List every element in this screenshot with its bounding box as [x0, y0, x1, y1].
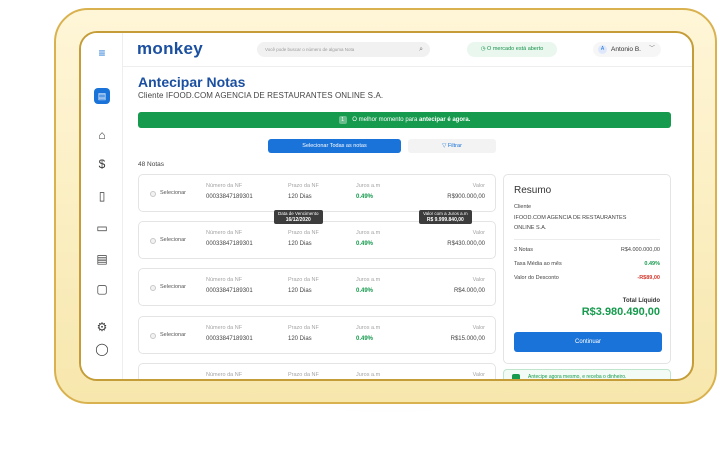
topbar: monkey Você pode buscar o número de algu… [123, 33, 692, 67]
chevron-down-icon: ﹀ [648, 46, 655, 52]
prazo-column: Prazo da NF 120 Dias [288, 183, 319, 200]
valor-column: Valor R$15.000,00 [450, 325, 485, 342]
nf-column: Número da NF 00033847189301 [206, 183, 253, 200]
tooltip-value: 16/12/2020 [285, 216, 311, 223]
note-card[interactable]: Selecionar Número da NF 00033847189301 Pr… [138, 174, 496, 212]
prazo-column: Prazo da NF 120 Dias [288, 277, 319, 294]
note-card[interactable]: Selecionar Número da NF 00033847189301 Pr… [138, 316, 496, 354]
note-card[interactable]: Selecionar Número da NF 00033847189301 Pr… [138, 221, 496, 259]
total-label: Total Líquido [622, 298, 660, 304]
app-screen: ≡ ▤ ⌂ $ ▯ ▭ ▤ ▢ ⚙ ◯ monkey Você pode bus… [79, 31, 694, 381]
user-menu[interactable]: A Antonio B. ﹀ [593, 42, 661, 57]
client-line: Cliente IFOOD.COM AGENCIA DE RESTAURANTE… [138, 91, 384, 100]
note-card[interactable]: Número da NF Prazo da NF Juros a.m Valor [138, 363, 496, 379]
select-label: Selecionar [160, 237, 186, 243]
valor-column: Valor R$430.000,00 [447, 230, 485, 247]
select-all-button[interactable]: Selecionar Todas as notas [268, 139, 401, 153]
prazo-column: Prazo da NF 120 Dias [288, 325, 319, 342]
summary-client-name: IFOOD.COM AGENCIA DE RESTAURANTES ONLINE… [514, 215, 627, 231]
summary-discount-row: Valor do Desconto -R$89,00 [514, 275, 660, 281]
prazo-column: Prazo da NF [288, 372, 319, 378]
nf-column: Número da NF [206, 372, 243, 378]
search-input[interactable]: Você pode buscar o número de alguma Nota… [257, 42, 430, 57]
menu-icon[interactable]: ≡ [81, 46, 123, 60]
summary-client-label: Cliente [514, 204, 532, 210]
note-card[interactable]: Selecionar Número da NF 00033847189301 Pr… [138, 268, 496, 306]
avatar: A [598, 45, 607, 54]
info-banner: 1 O melhor momento para antecipar é agor… [138, 112, 671, 128]
valor-column: Valor R$900.000,00 [447, 183, 485, 200]
settings-icon[interactable]: ⚙ [81, 320, 123, 334]
prazo-column: Prazo da NF 120 Dias [288, 230, 319, 247]
nf-column: Número da NF 00033847189301 [206, 230, 253, 247]
select-radio[interactable] [150, 333, 156, 339]
user-name: Antonio B. [611, 46, 641, 53]
market-status-text: O mercado está aberto [487, 46, 544, 52]
select-radio[interactable] [150, 285, 156, 291]
summary-panel: Resumo Cliente IFOOD.COM AGENCIA DE REST… [503, 174, 671, 364]
total-value: R$3.980.490,00 [581, 306, 660, 318]
valor-column: Valor R$4.000,00 [453, 277, 485, 294]
wallet-icon[interactable]: ▭ [81, 221, 123, 235]
valor-column: Valor [472, 372, 485, 378]
nf-column: Número da NF 00033847189301 [206, 277, 253, 294]
banner-number: 1 [338, 116, 347, 124]
select-radio[interactable] [150, 191, 156, 197]
app-logo[interactable]: monkey [137, 39, 203, 59]
continue-button[interactable]: Continuar [514, 332, 662, 352]
value-tooltip: Valor com a Juros a.m R$ 9.999.840,00 [419, 210, 472, 224]
promo-text: Antecipe agora mesmo, e receba o dinheir… [528, 374, 627, 380]
select-label: Selecionar [160, 284, 186, 290]
mockup-stage: ≡ ▤ ⌂ $ ▯ ▭ ▤ ▢ ⚙ ◯ monkey Você pode bus… [0, 0, 717, 459]
filter-button[interactable]: ▽ Filtrar [408, 139, 496, 153]
summary-rate-row: Taxa Média ao mês 0.49% [514, 261, 660, 267]
market-status-badge: ◷ O mercado está aberto [467, 42, 557, 57]
book-icon[interactable]: ▯ [81, 189, 123, 203]
juros-column: Juros a.m 0.49% [356, 230, 381, 247]
notes-count: 48 Notas [138, 161, 165, 168]
clock-icon: ◷ [480, 46, 486, 52]
juros-column: Juros a.m 0.49% [356, 183, 381, 200]
chat-icon[interactable]: ◯ [81, 342, 123, 356]
divider [514, 239, 660, 240]
filter-icon: ▽ [442, 143, 447, 149]
search-icon[interactable]: ⌕ [419, 42, 423, 57]
sidebar: ≡ ▤ ⌂ $ ▯ ▭ ▤ ▢ ⚙ ◯ [81, 33, 123, 379]
dollar-icon[interactable]: $ [81, 157, 123, 171]
juros-column: Juros a.m 0.49% [356, 277, 381, 294]
promo-banner: Antecipe agora mesmo, e receba o dinheir… [503, 369, 671, 380]
tooltip-value: R$ 9.999.840,00 [426, 216, 464, 223]
search-placeholder: Você pode buscar o número de alguma Nota [265, 47, 355, 52]
money-icon [512, 374, 520, 379]
filter-label: Filtrar [447, 143, 462, 149]
select-radio[interactable] [150, 238, 156, 244]
home-icon[interactable]: ⌂ [81, 128, 123, 142]
page-title: Antecipar Notas [138, 74, 246, 90]
clipboard-icon[interactable]: ▢ [81, 282, 123, 296]
document-icon[interactable]: ▤ [81, 252, 123, 266]
juros-column: Juros a.m [356, 372, 381, 378]
summary-title: Resumo [514, 185, 552, 196]
banner-bold-text: antecipar é agora. [419, 117, 471, 123]
due-date-tooltip: Data de Vencimento 16/12/2020 [274, 210, 323, 224]
summary-notes-row: 3 Notas R$4.000.000,00 [514, 247, 660, 253]
juros-column: Juros a.m 0.49% [356, 325, 381, 342]
sidebar-item-notes[interactable]: ▤ [94, 88, 110, 104]
nf-column: Número da NF 00033847189301 [206, 325, 253, 342]
banner-text: O melhor momento para [352, 117, 418, 123]
select-label: Selecionar [160, 332, 186, 338]
select-label: Selecionar [160, 190, 186, 196]
